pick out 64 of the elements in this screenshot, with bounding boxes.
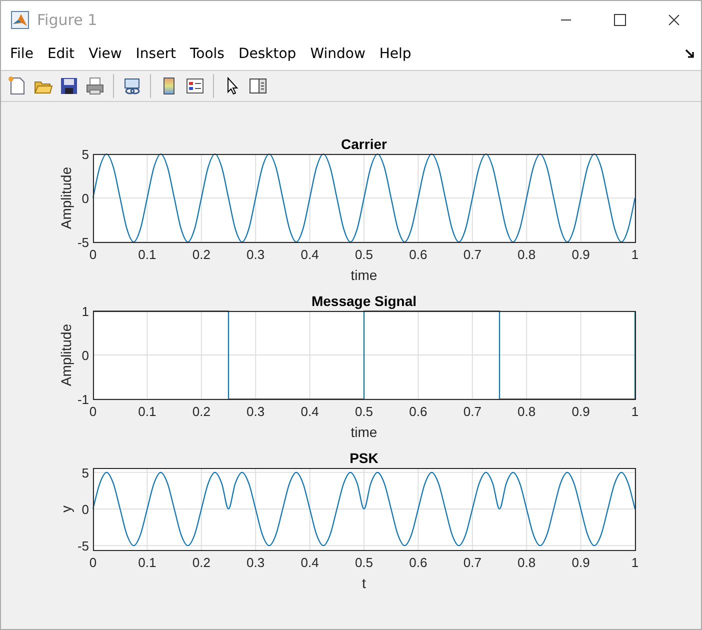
window-title: Figure 1 [37,10,98,28]
tick-label: 0.4 [300,247,319,262]
tick-label: 0 [82,191,89,206]
menu-item[interactable]: Insert [128,42,183,66]
tick-label: 0.7 [463,555,482,570]
tick-label: 0.6 [409,247,428,262]
tick-label: 5 [82,147,89,162]
axis-title: y [58,506,74,512]
menu-item[interactable]: File [3,42,40,66]
tick-label: 0.3 [246,555,265,570]
tick-label: 1 [631,247,639,262]
tick-label: 5 [82,465,89,480]
tick-label: 0.2 [192,247,210,262]
tick-label: 0.1 [138,555,156,570]
dock-arrow-icon[interactable] [685,49,695,59]
menu-item[interactable]: Desktop [231,42,304,66]
tick-label: 1 [631,404,639,419]
tick-label: 1 [631,555,639,570]
tick-label: 0.1 [138,247,156,262]
tick-label: 0.8 [518,555,536,570]
chart-title: PSK [350,450,378,466]
tick-label: 0.4 [300,404,319,419]
menu-item[interactable]: Edit [40,42,82,66]
tick-label: 0.5 [354,247,374,262]
tick-label: 0.4 [300,555,319,570]
maximize-icon[interactable] [614,14,626,26]
tick-label: 0.9 [572,555,590,570]
tick-label: -5 [77,538,89,554]
tick-label: 1 [82,304,89,319]
tick-label: 0.9 [572,247,590,262]
tick-label: 0 [82,502,89,517]
tick-label: 0.8 [518,247,536,262]
axis-title: Amplitude [58,324,74,386]
axis-title: t [362,575,366,590]
app-icon [11,10,29,28]
chart-title: Message Signal [311,293,417,309]
tick-label: 0.7 [463,247,482,262]
close-icon[interactable] [668,14,680,26]
tick-label: 0.2 [192,404,210,419]
tick-label: 0.7 [463,404,482,419]
tick-label: 0.9 [572,404,590,419]
axis-title: time [350,424,378,440]
tick-label: 0.5 [354,555,374,570]
tick-label: -5 [77,235,89,250]
axis-title: time [350,267,378,283]
menu-item[interactable]: Tools [182,42,232,66]
tick-label: 0.3 [246,247,265,262]
menu-item[interactable]: Help [372,42,418,66]
axis-title: Amplitude [58,166,74,230]
tick-label: 0.3 [246,404,265,419]
tick-label: 0.6 [409,555,428,570]
chart-title: Carrier [341,136,387,152]
tick-label: 0 [89,555,97,570]
tick-label: 0.6 [409,404,428,419]
tick-label: -1 [77,392,89,407]
tick-label: 0.8 [518,404,536,419]
tick-label: 0 [89,404,97,419]
tick-label: 0.1 [138,404,156,419]
menu-item[interactable]: View [82,42,129,66]
tick-label: 0 [82,348,89,363]
tick-label: 0.5 [354,404,374,419]
tick-label: 0 [89,247,97,262]
tick-label: 0.2 [192,555,210,570]
menu-item[interactable]: Window [303,42,372,66]
